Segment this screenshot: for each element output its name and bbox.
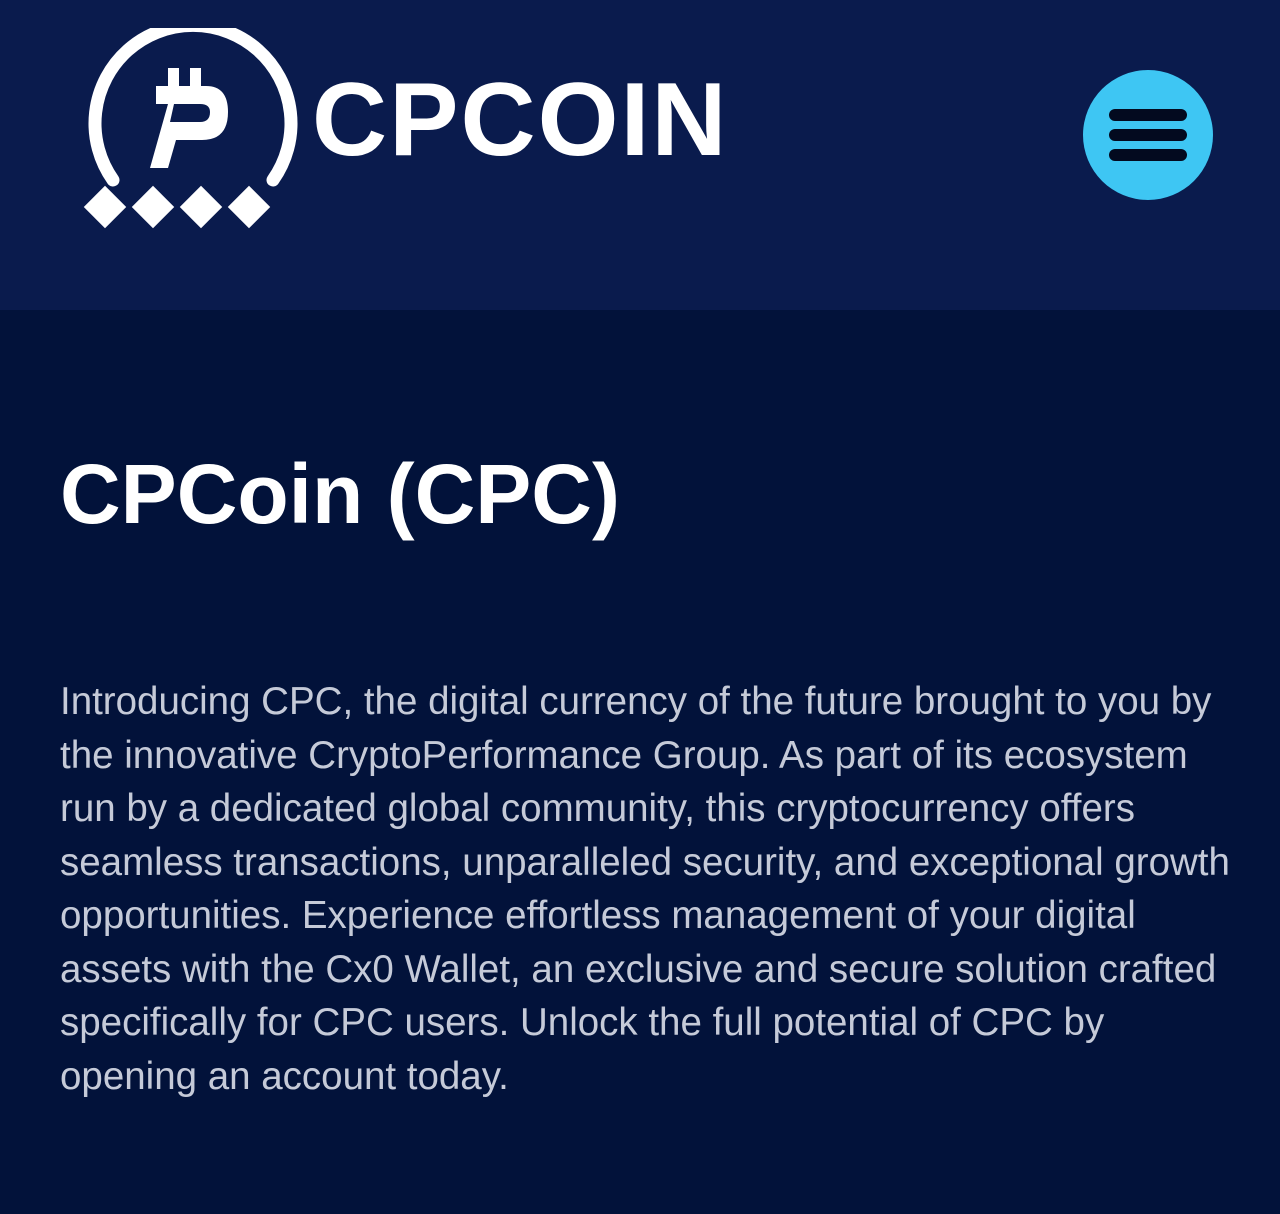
cpcoin-logo-icon — [83, 28, 298, 229]
brand-name: CPCOIN — [312, 62, 729, 178]
menu-button[interactable] — [1083, 70, 1213, 200]
cpcoin-logo[interactable]: CPCOIN — [78, 28, 758, 248]
menu-bar — [1109, 149, 1187, 161]
page-title: CPCoin (CPC) — [60, 447, 620, 541]
site-header: CPCOIN — [0, 0, 1280, 310]
menu-bar — [1109, 109, 1187, 121]
menu-bar — [1109, 129, 1187, 141]
main-content: CPCoin (CPC) Introducing CPC, the digita… — [0, 310, 1280, 1214]
coin-description: Introducing CPC, the digital currency of… — [60, 680, 1230, 1098]
